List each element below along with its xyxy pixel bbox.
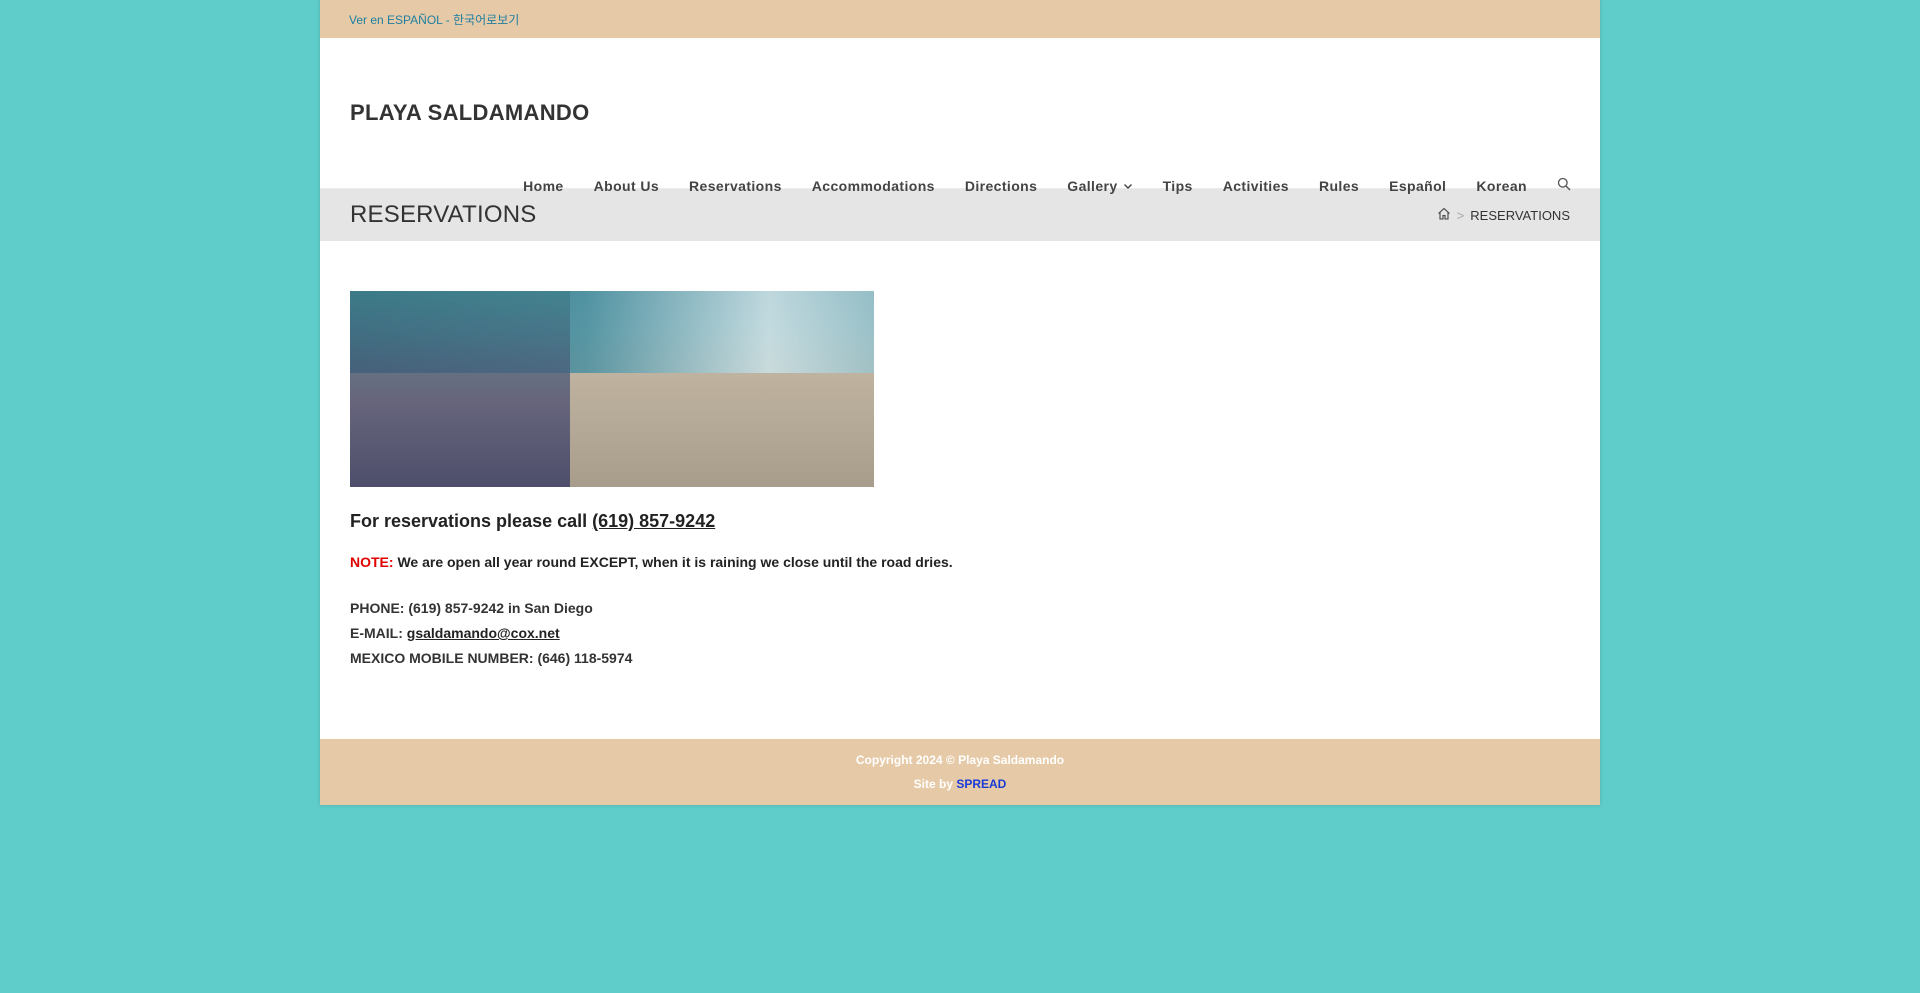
breadcrumb: > RESERVATIONS <box>1437 207 1570 223</box>
breadcrumb-current: RESERVATIONS <box>1470 207 1570 223</box>
nav-reservations[interactable]: Reservations <box>674 178 797 194</box>
nav-espanol[interactable]: Español <box>1374 178 1461 194</box>
page-header: RESERVATIONS > RESERVATIONS <box>320 189 1600 241</box>
main-navigation: Home About Us Reservations Accommodation… <box>508 177 1571 194</box>
copyright-text: Copyright 2024 © Playa Saldamando <box>855 753 1065 767</box>
nav-korean[interactable]: Korean <box>1461 178 1542 194</box>
nav-home[interactable]: Home <box>508 178 579 194</box>
chevron-down-icon <box>1123 181 1133 191</box>
reservation-phone-link[interactable]: (619) 857-9242 <box>592 511 715 531</box>
beach-photo <box>350 291 874 487</box>
main-content: For reservations please call (619) 857-9… <box>320 241 1600 739</box>
note-label: NOTE: <box>350 554 394 570</box>
breadcrumb-separator: > <box>1456 207 1465 223</box>
site-container: Ver en ESPAÑOL - 한국어로보기 PLAYA SALDAMANDO… <box>320 0 1600 805</box>
language-links[interactable]: Ver en ESPAÑOL - 한국어로보기 <box>349 11 519 28</box>
nav-gallery[interactable]: Gallery <box>1052 178 1147 194</box>
note-text: NOTE: We are open all year round EXCEPT,… <box>350 554 953 570</box>
contact-info: PHONE: (619) 857-9242 in San Diego E-MAI… <box>350 596 1570 671</box>
nav-activities[interactable]: Activities <box>1208 178 1304 194</box>
phone-line: PHONE: (619) 857-9242 in San Diego <box>350 600 593 616</box>
top-bar: Ver en ESPAÑOL - 한국어로보기 <box>320 0 1600 38</box>
email-line: E-MAIL: gsaldamando@cox.net <box>350 625 560 641</box>
site-footer: Copyright 2024 © Playa Saldamando Site b… <box>320 739 1600 805</box>
site-logo[interactable]: PLAYA SALDAMANDO <box>350 100 590 126</box>
nav-directions[interactable]: Directions <box>950 178 1052 194</box>
site-by: Site by SPREAD <box>913 777 1007 791</box>
photo-people <box>350 291 570 487</box>
nav-tips[interactable]: Tips <box>1148 178 1208 194</box>
search-icon <box>1557 177 1571 194</box>
page-title: RESERVATIONS <box>350 201 537 228</box>
mobile-line: MEXICO MOBILE NUMBER: (646) 118-5974 <box>350 650 633 666</box>
reservation-call: For reservations please call (619) 857-9… <box>350 511 716 531</box>
spread-link[interactable]: SPREAD <box>956 777 1006 791</box>
nav-about-us[interactable]: About Us <box>579 178 674 194</box>
site-header: PLAYA SALDAMANDO Home About Us Reservati… <box>320 38 1600 194</box>
email-link[interactable]: gsaldamando@cox.net <box>407 625 560 641</box>
home-icon[interactable] <box>1437 207 1451 223</box>
nav-rules[interactable]: Rules <box>1304 178 1374 194</box>
search-button[interactable] <box>1542 177 1571 194</box>
nav-accommodations[interactable]: Accommodations <box>797 178 950 194</box>
